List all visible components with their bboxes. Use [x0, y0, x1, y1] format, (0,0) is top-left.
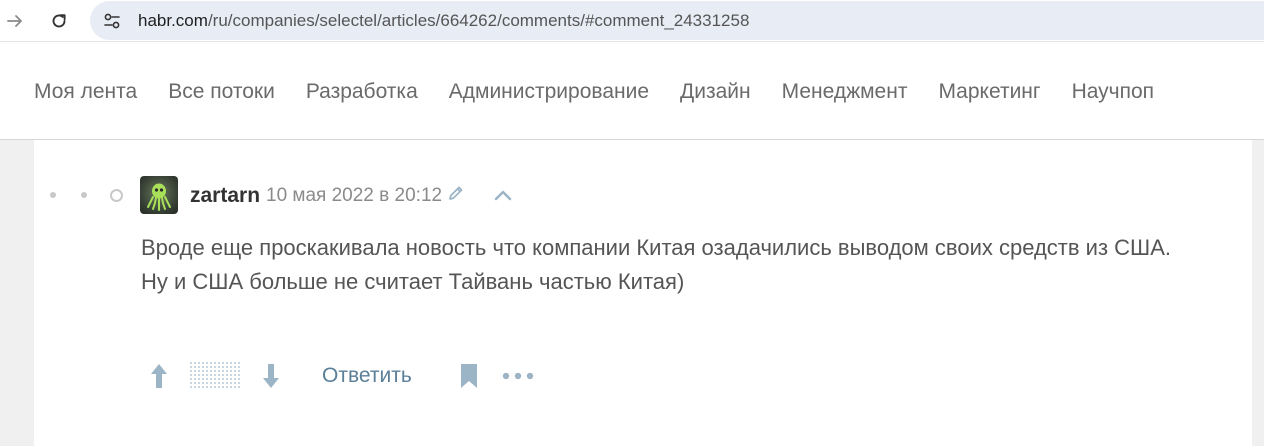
vote-up-button[interactable]	[142, 358, 176, 394]
avatar[interactable]	[140, 176, 178, 214]
comment-paragraph: Ну и США больше не считает Тайвань часть…	[141, 269, 685, 294]
avatar-image	[147, 183, 171, 211]
site-header: Моя лента Все потоки Разработка Админист…	[0, 41, 1264, 140]
vote-down-button[interactable]	[254, 358, 288, 394]
reload-button[interactable]	[46, 8, 72, 34]
flow-admin[interactable]: Администрирование	[449, 80, 649, 104]
url-domain: habr.com	[138, 11, 208, 30]
score-placeholder	[190, 358, 240, 394]
comment-timestamp[interactable]: 10 мая 2022 в 20:12	[266, 185, 442, 207]
forward-button[interactable]	[2, 8, 28, 34]
url-text[interactable]: habr.com/ru/companies/selectel/articles/…	[138, 11, 749, 31]
flow-all[interactable]: Все потоки	[168, 80, 275, 104]
comment-actions: Ответить	[142, 358, 582, 394]
browser-toolbar: habr.com/ru/companies/selectel/articles/…	[0, 0, 1264, 41]
chevron-up-icon[interactable]	[492, 185, 514, 205]
pencil-icon	[449, 186, 463, 200]
arrow-down-icon	[263, 364, 279, 388]
flow-marketing[interactable]: Маркетинг	[938, 80, 1040, 104]
arrow-right-icon	[7, 15, 22, 27]
flow-my-feed[interactable]: Моя лента	[34, 80, 137, 104]
bookmark-icon	[461, 364, 477, 388]
comment-body: Вроде еще проскакивала новость что компа…	[141, 231, 1201, 299]
arrow-up-icon	[151, 364, 167, 388]
thread-dot-current	[110, 189, 123, 202]
comment-paragraph: Вроде еще проскакивала новость что компа…	[141, 235, 1172, 260]
more-dots-icon	[502, 372, 534, 380]
thread-level-indicator	[48, 188, 148, 202]
reply-button[interactable]: Ответить	[322, 358, 412, 394]
flow-management[interactable]: Менеджмент	[782, 80, 908, 104]
flow-popsci[interactable]: Научпоп	[1072, 80, 1154, 104]
flow-design[interactable]: Дизайн	[680, 80, 751, 104]
comment-card: zartarn 10 мая 2022 в 20:12 Вроде еще пр…	[34, 140, 1252, 446]
thread-dot	[81, 192, 87, 198]
thread-dot	[50, 192, 56, 198]
comment-author[interactable]: zartarn	[190, 184, 260, 208]
url-path: /ru/companies/selectel/articles/664262/c…	[207, 11, 750, 30]
flow-development[interactable]: Разработка	[306, 80, 418, 104]
score-pattern	[190, 362, 240, 390]
bookmark-button[interactable]	[456, 358, 482, 394]
more-button[interactable]	[498, 358, 538, 394]
flows-nav: Моя лента Все потоки Разработка Админист…	[34, 80, 1185, 104]
reload-icon	[52, 14, 66, 28]
site-settings-icon[interactable]	[102, 11, 122, 31]
address-bar[interactable]: habr.com/ru/companies/selectel/articles/…	[90, 1, 1264, 40]
